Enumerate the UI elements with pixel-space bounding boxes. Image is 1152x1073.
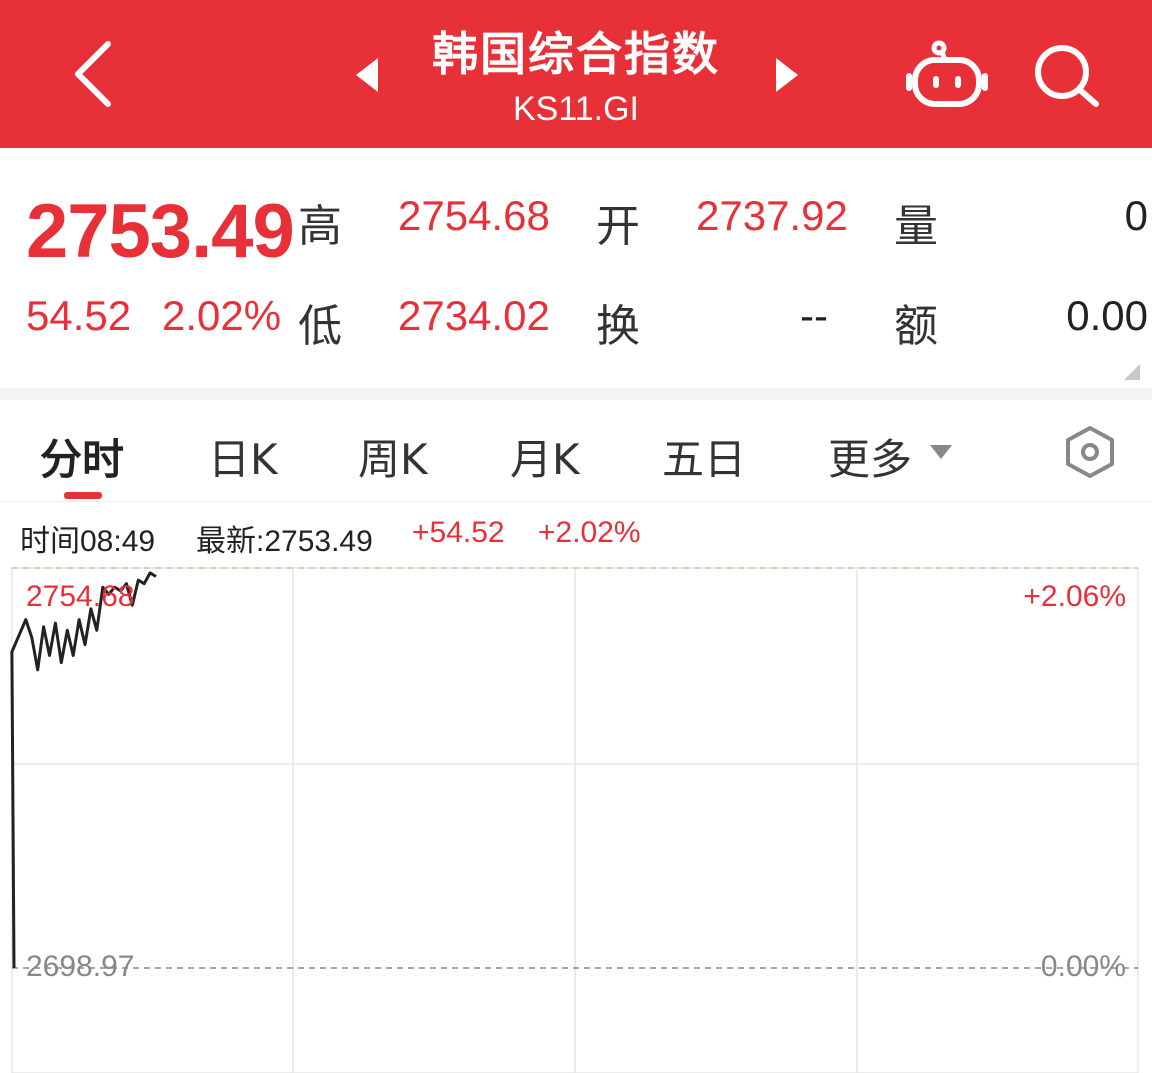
- tab-daily-k[interactable]: 日K: [208, 426, 278, 487]
- y-tick-left-bottom: 2698.97: [26, 950, 134, 983]
- tab-weekly-k[interactable]: 周K: [358, 426, 428, 487]
- hexagon-settings-icon: [1066, 426, 1114, 478]
- index-code: KS11.GI: [513, 90, 639, 128]
- high-label: 高: [298, 201, 342, 252]
- price-line: [10, 571, 157, 969]
- amount-label: 额: [894, 301, 938, 352]
- top-bar: 韩国综合指数 KS11.GI: [0, 0, 1152, 148]
- current-price: 2753.49: [26, 189, 295, 274]
- assistant-button[interactable]: [905, 38, 989, 112]
- back-button[interactable]: [60, 30, 130, 120]
- low-value: 2734.02: [398, 292, 550, 339]
- chevron-down-icon: [930, 445, 952, 459]
- info-time: 时间08:49: [20, 525, 156, 558]
- volume-label: 量: [894, 201, 938, 252]
- chart-settings-button[interactable]: [1064, 424, 1116, 480]
- page-title: 韩国综合指数: [432, 27, 720, 81]
- turnover-value: --: [800, 292, 828, 339]
- high-value: 2754.68: [398, 192, 550, 239]
- next-index-button[interactable]: [768, 50, 804, 100]
- low-label: 低: [298, 301, 342, 352]
- quote-panel: 2753.49 54.52 2.02% 高 2754.68 开 2737.92 …: [0, 148, 1152, 388]
- volume-value: 0: [1124, 192, 1148, 239]
- open-value: 2737.92: [696, 192, 848, 239]
- intraday-chart[interactable]: 2754.68 2698.97 +2.06% 0.00%: [0, 564, 1152, 1073]
- change-amount: 54.52: [26, 292, 132, 339]
- change-percent: 2.02%: [162, 292, 282, 339]
- prev-index-button[interactable]: [350, 50, 386, 100]
- tab-more[interactable]: 更多: [828, 426, 912, 487]
- search-button[interactable]: [1030, 40, 1104, 110]
- intraday-chart-svg: 2754.68 2698.97 +2.06% 0.00%: [10, 567, 1139, 1073]
- prev-triangle-icon: [356, 58, 378, 92]
- tab-intraday[interactable]: 分时: [40, 426, 124, 487]
- turnover-label: 换: [596, 301, 640, 352]
- section-divider: [0, 388, 1152, 400]
- robot-assistant-icon: [906, 40, 988, 107]
- y-tick-right-top: +2.06%: [1023, 580, 1126, 613]
- info-change-pct: +2.02%: [538, 516, 641, 549]
- tab-monthly-k[interactable]: 月K: [510, 426, 580, 487]
- crosshair-info-row: 时间08:49 最新:2753.49 +54.52 +2.02%: [0, 502, 1152, 564]
- chart-period-tabs: 分时 日K 周K 月K 五日 更多: [0, 400, 1152, 502]
- tab-five-day[interactable]: 五日: [662, 426, 746, 487]
- back-arrow-icon: [75, 41, 111, 107]
- search-icon: [1035, 45, 1099, 107]
- info-change-abs: +54.52: [412, 516, 505, 549]
- open-label: 开: [596, 201, 640, 252]
- info-latest: 最新:2753.49: [196, 525, 373, 558]
- expand-corner-icon[interactable]: [1124, 364, 1140, 380]
- y-tick-left-top: 2754.68: [26, 580, 134, 613]
- amount-value: 0.00: [1066, 292, 1148, 339]
- active-tab-indicator: [64, 492, 102, 499]
- y-tick-right-bottom: 0.00%: [1041, 950, 1126, 983]
- next-triangle-icon: [776, 58, 798, 92]
